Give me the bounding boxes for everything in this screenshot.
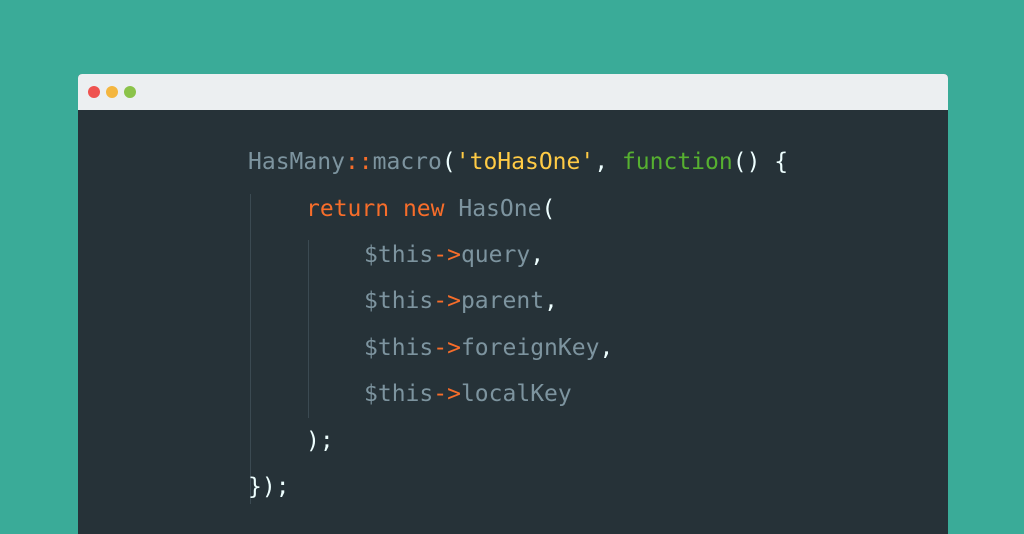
code-token: ->	[433, 381, 461, 407]
code-token: query	[460, 242, 531, 268]
code-token: new	[402, 196, 445, 222]
code-token: foreignKey	[460, 335, 600, 361]
code-token: HasMany	[248, 149, 345, 175]
code-token: ->	[433, 242, 461, 268]
code-token: ::	[344, 149, 373, 175]
indent-guide-2	[308, 240, 309, 418]
code-token: });	[248, 474, 290, 500]
code-line: $this->foreignKey,	[364, 333, 613, 363]
code-line: });	[248, 472, 290, 502]
code-token: localKey	[460, 381, 572, 407]
code-token: (	[541, 196, 556, 222]
code-token: macro	[372, 149, 442, 175]
code-token: ,	[530, 242, 545, 268]
code-line: );	[306, 426, 334, 456]
window-titlebar	[78, 74, 948, 110]
code-token: parent	[460, 288, 545, 314]
code-token: function	[621, 149, 733, 175]
code-token: $this	[364, 381, 434, 407]
indent-guide-1	[250, 194, 251, 504]
code-token: $this	[364, 288, 434, 314]
close-button[interactable]	[88, 86, 100, 98]
code-token: ,	[544, 288, 558, 314]
code-token: ->	[433, 335, 461, 361]
code-editor: HasMany::macro('toHasOne', function() {r…	[78, 110, 948, 534]
code-token: HasOne	[458, 196, 542, 222]
code-token: $this	[364, 242, 434, 268]
maximize-button[interactable]	[124, 86, 136, 98]
code-token: ,	[594, 149, 622, 175]
code-line: $this->query,	[364, 240, 544, 270]
code-token: $this	[364, 335, 434, 361]
code-token: ->	[433, 288, 461, 314]
code-line: $this->localKey	[364, 379, 572, 409]
code-window: HasMany::macro('toHasOne', function() {r…	[78, 74, 948, 534]
code-line: $this->parent,	[364, 286, 558, 316]
minimize-button[interactable]	[106, 86, 118, 98]
code-token: (	[441, 149, 456, 175]
code-token: return	[306, 196, 390, 222]
code-token: () {	[732, 149, 789, 175]
code-token: ,	[599, 335, 614, 361]
code-token: );	[306, 428, 334, 454]
code-line: return new HasOne(	[306, 194, 555, 224]
code-line: HasMany::macro('toHasOne', function() {	[248, 147, 788, 177]
code-token: 'toHasOne'	[455, 149, 595, 175]
